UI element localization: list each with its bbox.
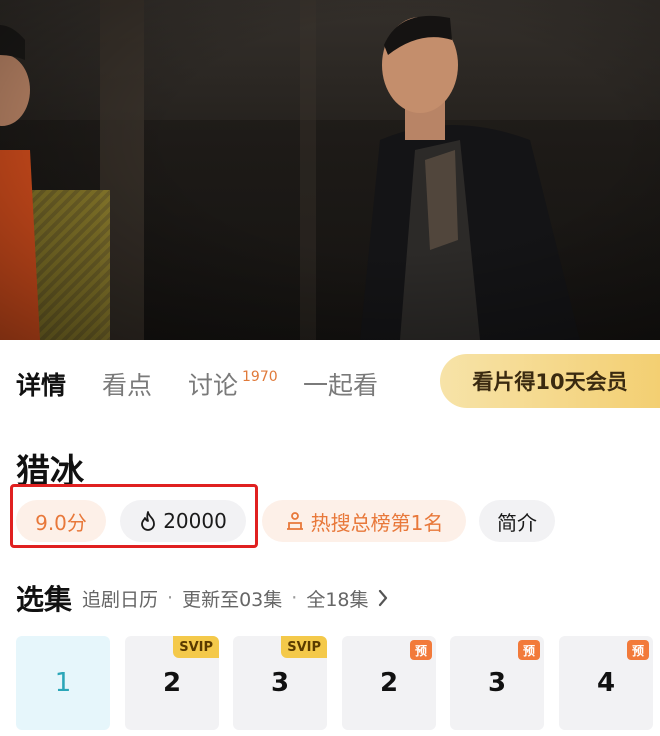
membership-promo-button[interactable]: 看片得10天会员 — [440, 354, 660, 408]
svip-badge: SVIP — [281, 636, 327, 658]
episode-number: 3 — [487, 668, 507, 698]
total-episodes: 全18集 — [306, 588, 369, 611]
hot-search-rank-badge[interactable]: 热搜总榜第1名 — [262, 500, 466, 542]
episode-tile[interactable]: 1 — [16, 636, 110, 730]
hot-search-rank-label: 热搜总榜第1名 — [310, 510, 444, 535]
episode-tile[interactable]: 2 预 — [342, 636, 436, 730]
tab-watch-together[interactable]: 一起看 — [303, 366, 378, 402]
tab-discussion[interactable]: 讨论 1970 — [188, 366, 278, 402]
episodes-heading: 选集 — [16, 583, 73, 616]
episodes-header[interactable]: 选集 追剧日历 · 更新至03集 · 全18集 — [16, 580, 389, 616]
episode-tile[interactable]: 2 SVIP — [125, 636, 219, 730]
podium-icon — [285, 511, 305, 531]
tab-discussion-label: 讨论 — [188, 371, 239, 400]
episode-number: 1 — [54, 668, 72, 698]
video-player[interactable] — [0, 0, 660, 340]
detail-tab-bar: 详情 看点 讨论 1970 一起看 看片得10天会员 — [0, 340, 660, 424]
separator-dot: · — [167, 587, 174, 609]
intro-button[interactable]: 简介 — [479, 500, 555, 542]
separator-dot: · — [291, 587, 298, 609]
episode-number: 3 — [270, 668, 290, 698]
update-status: 更新至03集 — [182, 588, 283, 611]
tab-details[interactable]: 详情 — [16, 366, 66, 402]
svip-badge: SVIP — [173, 636, 219, 658]
tab-highlights[interactable]: 看点 — [102, 366, 152, 402]
preview-badge: 预 — [410, 640, 432, 660]
preview-badge: 预 — [627, 640, 649, 660]
episode-number: 2 — [162, 668, 182, 698]
drama-calendar-link[interactable]: 追剧日历 — [82, 585, 158, 612]
annotation-highlight-box — [10, 484, 258, 548]
episode-tile[interactable]: 3 SVIP — [233, 636, 327, 730]
chevron-right-icon[interactable] — [377, 588, 389, 608]
preview-badge: 预 — [518, 640, 540, 660]
episode-number: 2 — [379, 668, 399, 698]
video-vignette — [0, 0, 660, 340]
episode-number: 4 — [596, 668, 616, 698]
episode-tile[interactable]: 3 预 — [450, 636, 544, 730]
episode-tile[interactable]: 4 预 — [559, 636, 653, 730]
discussion-count: 1970 — [242, 368, 278, 385]
